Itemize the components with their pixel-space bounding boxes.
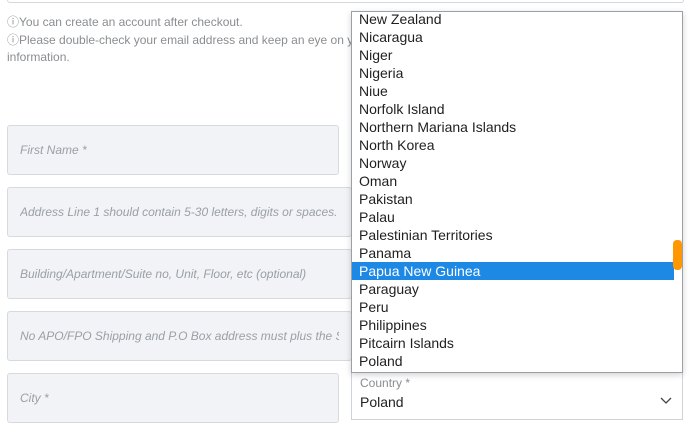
country-label: Country *: [360, 376, 411, 390]
country-option[interactable]: North Korea: [352, 136, 674, 154]
country-option[interactable]: Pitcairn Islands: [352, 334, 674, 352]
country-option[interactable]: Pakistan: [352, 190, 674, 208]
dropdown-scrollbar-thumb[interactable]: [673, 240, 682, 270]
chevron-down-icon[interactable]: [660, 394, 672, 406]
country-value: Poland: [360, 394, 404, 410]
dropdown-scrollbar[interactable]: [673, 12, 682, 372]
country-option[interactable]: New Zealand: [352, 12, 674, 28]
address-line2-field[interactable]: [7, 249, 352, 299]
city-field[interactable]: [7, 373, 339, 423]
country-option[interactable]: Philippines: [352, 316, 674, 334]
address-line1-input[interactable]: [8, 188, 351, 236]
country-option[interactable]: Panama: [352, 244, 674, 262]
country-option[interactable]: Norway: [352, 154, 674, 172]
country-option[interactable]: Oman: [352, 172, 674, 190]
address-line2-input[interactable]: [8, 250, 351, 298]
country-option[interactable]: Norfolk Island: [352, 100, 674, 118]
first-name-field[interactable]: [7, 125, 339, 175]
country-option[interactable]: Palau: [352, 208, 674, 226]
email-field-edge[interactable]: [7, 0, 684, 3]
country-dropdown-list[interactable]: New Zealand Nicaragua Niger Nigeria Niue Norf…: [351, 11, 683, 373]
country-options: New Zealand Nicaragua Niger Nigeria Niue Norf…: [352, 12, 674, 370]
address-note-field[interactable]: [7, 311, 352, 361]
country-option[interactable]: Nigeria: [352, 64, 674, 82]
country-option[interactable]: Niger: [352, 46, 674, 64]
country-option[interactable]: Poland: [352, 352, 674, 370]
country-option[interactable]: Niue: [352, 82, 674, 100]
address-note-input[interactable]: [8, 312, 351, 360]
first-name-input[interactable]: [8, 126, 338, 174]
city-input[interactable]: [8, 374, 338, 422]
country-option[interactable]: Peru: [352, 298, 674, 316]
info-email-note-cont: information.: [7, 50, 70, 64]
country-option[interactable]: Nicaragua: [352, 28, 674, 46]
info-account-note: ⓘYou can create an account after checkou…: [7, 15, 243, 29]
country-option[interactable]: Palestinian Territories: [352, 226, 674, 244]
country-option[interactable]: Paraguay: [352, 280, 674, 298]
country-option[interactable]: Papua New Guinea: [352, 262, 674, 280]
address-line1-field[interactable]: [7, 187, 352, 237]
info-email-note: ⓘPlease double-check your email address …: [7, 33, 360, 47]
country-select[interactable]: Country * Poland: [351, 372, 683, 420]
country-option[interactable]: Northern Mariana Islands: [352, 118, 674, 136]
